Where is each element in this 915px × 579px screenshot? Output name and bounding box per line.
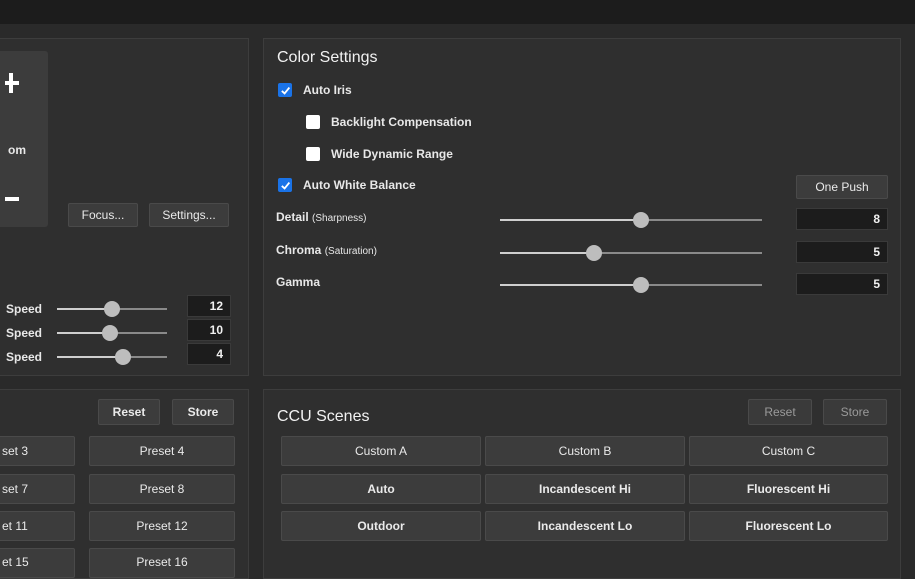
auto-white-balance-label: Auto White Balance xyxy=(303,178,416,192)
slider-thumb[interactable] xyxy=(115,349,131,365)
preset-8-button[interactable]: Preset 8 xyxy=(89,474,235,504)
color-settings-title: Color Settings xyxy=(277,49,378,66)
ccu-store-button[interactable]: Store xyxy=(823,399,887,425)
ccu-scenes-title: CCU Scenes xyxy=(277,408,370,425)
preset-7-button[interactable]: set 7 xyxy=(0,474,75,504)
preset-11-button[interactable]: et 11 xyxy=(0,511,75,541)
gamma-label: Gamma xyxy=(276,275,321,289)
presets-reset-button[interactable]: Reset xyxy=(98,399,160,425)
slider-thumb[interactable] xyxy=(586,245,603,261)
zoom-speed-value[interactable]: 4 xyxy=(187,343,231,365)
preset-12-button[interactable]: Preset 12 xyxy=(89,511,235,541)
gamma-slider[interactable] xyxy=(500,277,762,293)
zoom-out-icon[interactable] xyxy=(5,197,19,202)
detail-sublabel: (Sharpness) xyxy=(312,213,367,224)
slider-thumb[interactable] xyxy=(633,212,650,228)
camera-control-panel: om Focus... Settings... Speed 12 Speed 1… xyxy=(0,38,249,376)
presets-panel: Reset Store set 3 Preset 4 set 7 Preset … xyxy=(0,389,249,579)
chroma-sublabel: (Saturation) xyxy=(324,246,377,257)
zoom-in-icon[interactable] xyxy=(5,73,19,93)
preset-3-button[interactable]: set 3 xyxy=(0,436,75,466)
scene-auto-button[interactable]: Auto xyxy=(281,474,481,504)
scene-incandescent-hi-button[interactable]: Incandescent Hi xyxy=(485,474,685,504)
tilt-speed-slider[interactable] xyxy=(57,325,167,341)
scene-custom-b-button[interactable]: Custom B xyxy=(485,436,685,466)
slider-thumb[interactable] xyxy=(104,301,120,317)
slider-thumb[interactable] xyxy=(633,277,650,293)
detail-label: Detail (Sharpness) xyxy=(276,210,367,224)
tilt-speed-value[interactable]: 10 xyxy=(187,319,231,341)
zoom-label: om xyxy=(8,143,26,157)
scene-outdoor-button[interactable]: Outdoor xyxy=(281,511,481,541)
preset-15-button[interactable]: et 15 xyxy=(0,548,75,578)
wide-dynamic-range-label: Wide Dynamic Range xyxy=(331,147,453,161)
detail-label-text: Detail xyxy=(276,210,309,224)
settings-button[interactable]: Settings... xyxy=(149,203,229,227)
slider-thumb[interactable] xyxy=(101,325,118,341)
backlight-compensation-label: Backlight Compensation xyxy=(331,115,472,129)
preset-16-button[interactable]: Preset 16 xyxy=(89,548,235,578)
backlight-compensation-checkbox[interactable] xyxy=(306,115,320,129)
auto-iris-checkbox[interactable] xyxy=(278,83,292,97)
preset-4-button[interactable]: Preset 4 xyxy=(89,436,235,466)
chroma-label-text: Chroma xyxy=(276,243,322,257)
top-bar xyxy=(0,0,915,24)
chroma-value[interactable]: 5 xyxy=(796,241,888,263)
auto-iris-label: Auto Iris xyxy=(303,83,352,97)
wide-dynamic-range-checkbox[interactable] xyxy=(306,147,320,161)
zoom-speed-label: Speed xyxy=(6,350,43,364)
auto-white-balance-checkbox[interactable] xyxy=(278,178,292,192)
ccu-scenes-panel: CCU Scenes Reset Store Custom A Custom B… xyxy=(263,389,901,579)
chroma-slider[interactable] xyxy=(500,245,762,261)
color-settings-panel: Color Settings Auto Iris Backlight Compe… xyxy=(263,38,901,376)
pan-speed-label: Speed xyxy=(6,302,43,316)
zoom-speed-slider[interactable] xyxy=(57,349,167,365)
scene-fluorescent-hi-button[interactable]: Fluorescent Hi xyxy=(689,474,888,504)
ccu-reset-button[interactable]: Reset xyxy=(748,399,812,425)
tilt-speed-label: Speed xyxy=(6,326,43,340)
zoom-control[interactable]: om xyxy=(0,51,48,227)
scene-fluorescent-lo-button[interactable]: Fluorescent Lo xyxy=(689,511,888,541)
pan-speed-slider[interactable] xyxy=(57,301,167,317)
pan-speed-value[interactable]: 12 xyxy=(187,295,231,317)
scene-incandescent-lo-button[interactable]: Incandescent Lo xyxy=(485,511,685,541)
presets-store-button[interactable]: Store xyxy=(172,399,234,425)
gamma-value[interactable]: 5 xyxy=(796,273,888,295)
scene-custom-c-button[interactable]: Custom C xyxy=(689,436,888,466)
detail-slider[interactable] xyxy=(500,212,762,228)
one-push-button[interactable]: One Push xyxy=(796,175,888,199)
focus-button[interactable]: Focus... xyxy=(68,203,138,227)
chroma-label: Chroma (Saturation) xyxy=(276,243,377,257)
detail-value[interactable]: 8 xyxy=(796,208,888,230)
scene-custom-a-button[interactable]: Custom A xyxy=(281,436,481,466)
